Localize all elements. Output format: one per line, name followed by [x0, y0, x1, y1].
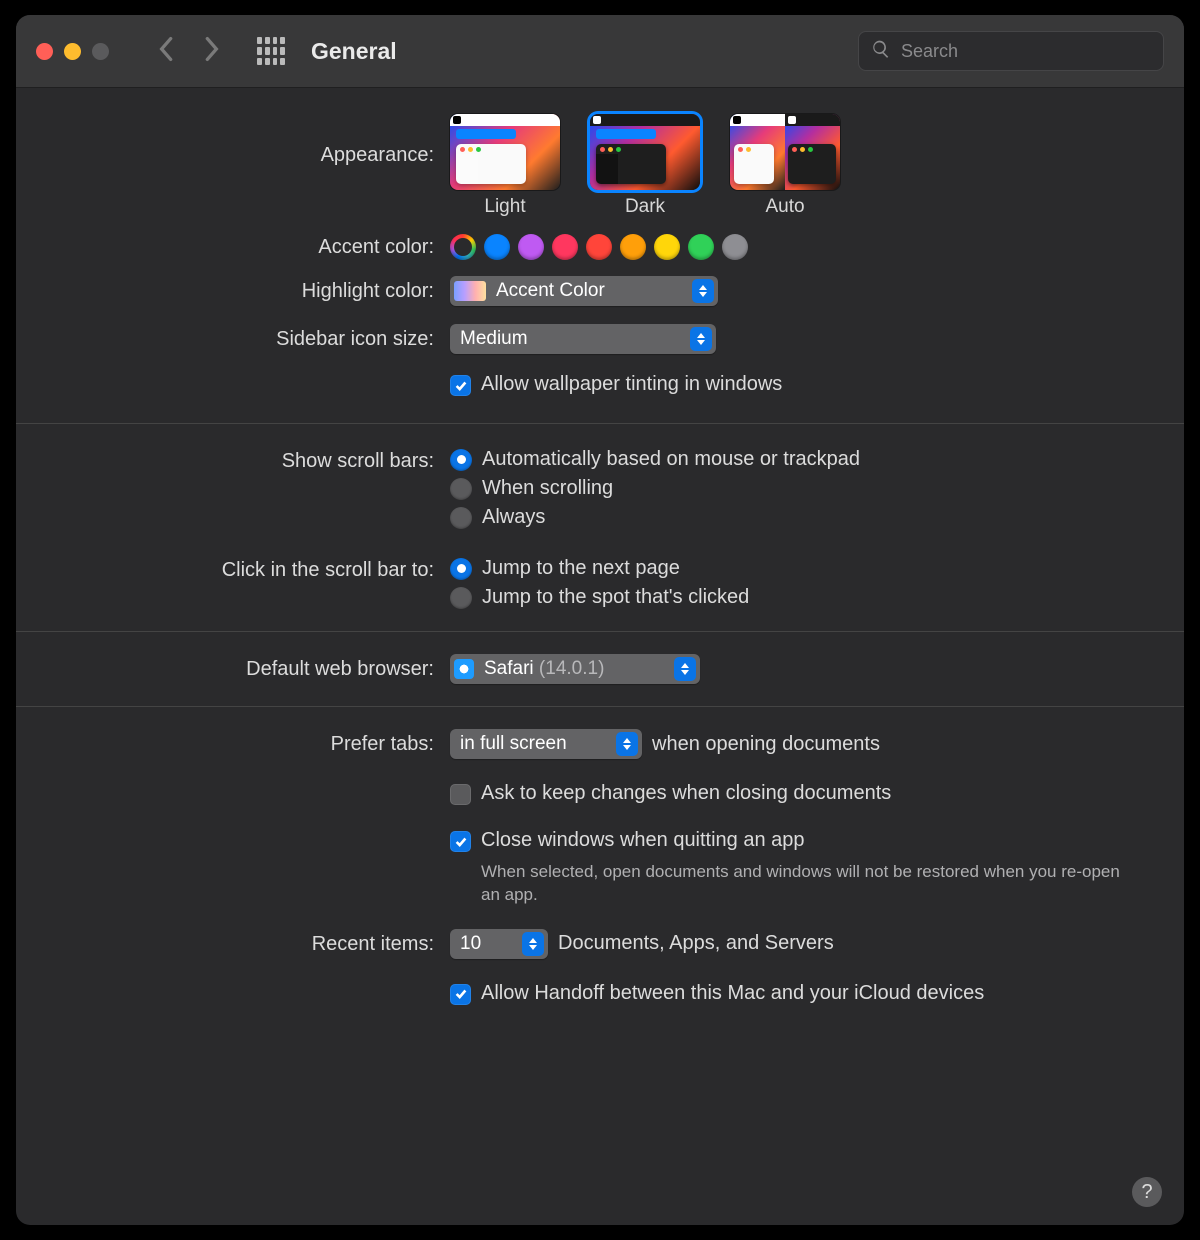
ask-keep-checkbox[interactable]: Ask to keep changes when closing documen…	[450, 777, 1144, 810]
label-recent: Recent items:	[56, 929, 450, 956]
label-appearance: Appearance:	[56, 114, 450, 167]
help-icon: ?	[1141, 1181, 1152, 1204]
show-all-icon[interactable]	[257, 37, 285, 65]
accent-green[interactable]	[688, 234, 714, 260]
checkbox-icon	[450, 784, 471, 805]
recent-value: 10	[460, 933, 514, 955]
divider	[16, 423, 1184, 424]
prefertabs-dropdown[interactable]: in full screen	[450, 729, 642, 759]
search-icon	[871, 39, 891, 64]
accent-red[interactable]	[586, 234, 612, 260]
forward-icon[interactable]	[204, 36, 221, 67]
highlight-value: Accent Color	[496, 280, 684, 302]
sidebar-size-dropdown[interactable]: Medium	[450, 324, 716, 354]
appearance-dark-label: Dark	[625, 196, 665, 218]
handoff-checkbox[interactable]: Allow Handoff between this Mac and your …	[450, 977, 1144, 1010]
toolbar: General	[16, 15, 1184, 88]
browser-name: Safari	[484, 658, 534, 679]
recent-suffix: Documents, Apps, and Servers	[558, 932, 834, 955]
close-windows-checkbox[interactable]: Close windows when quitting an app	[450, 824, 1144, 857]
appearance-auto-label: Auto	[765, 196, 804, 218]
appearance-option-auto[interactable]: Auto	[730, 114, 840, 218]
highlight-swatch-icon	[454, 281, 486, 301]
label-sidebar: Sidebar icon size:	[56, 324, 450, 351]
chevron-updown-icon	[616, 732, 638, 756]
checkbox-icon	[450, 984, 471, 1005]
checkbox-icon	[450, 375, 471, 396]
chevron-updown-icon	[674, 657, 696, 681]
divider	[16, 631, 1184, 632]
close-windows-sub: When selected, open documents and window…	[450, 859, 1121, 907]
appearance-light-label: Light	[484, 196, 525, 218]
sidebar-value: Medium	[460, 328, 682, 350]
wallpaper-tint-checkbox[interactable]: Allow wallpaper tinting in windows	[450, 368, 1144, 401]
appearance-options: Light Dark	[450, 114, 1144, 218]
prefertabs-suffix: when opening documents	[652, 733, 880, 756]
scrollbar-options: Automatically based on mouse or trackpad…	[450, 446, 1144, 529]
traffic-lights	[36, 43, 109, 60]
zoom-icon	[92, 43, 109, 60]
accent-multicolor[interactable]	[450, 234, 476, 260]
minimize-icon[interactable]	[64, 43, 81, 60]
chevron-updown-icon	[690, 327, 712, 351]
appearance-option-light[interactable]: Light	[450, 114, 560, 218]
appearance-option-dark[interactable]: Dark	[590, 114, 700, 218]
preferences-window: General Appearance: Light	[16, 15, 1184, 1225]
search-input[interactable]	[899, 40, 1151, 63]
scrollclick-spot[interactable]: Jump to the spot that's clicked	[450, 586, 1144, 609]
scrollclick-page[interactable]: Jump to the next page	[450, 557, 1144, 580]
recent-dropdown[interactable]: 10	[450, 929, 548, 959]
label-accent: Accent color:	[56, 232, 450, 259]
search-field[interactable]	[858, 31, 1164, 71]
label-scrollbars: Show scroll bars:	[56, 446, 450, 473]
accent-yellow[interactable]	[654, 234, 680, 260]
back-icon[interactable]	[157, 36, 174, 67]
browser-dropdown[interactable]: Safari (14.0.1)	[450, 654, 700, 684]
browser-version: (14.0.1)	[539, 658, 604, 679]
scroll-when-scrolling[interactable]: When scrolling	[450, 477, 1144, 500]
chevron-updown-icon	[522, 932, 544, 956]
divider	[16, 706, 1184, 707]
help-button[interactable]: ?	[1132, 1177, 1162, 1207]
label-browser: Default web browser:	[56, 654, 450, 681]
nav-arrows	[157, 36, 221, 67]
scrollclick-options: Jump to the next page Jump to the spot t…	[450, 555, 1144, 609]
window-title: General	[311, 38, 397, 65]
label-scrollclick: Click in the scroll bar to:	[56, 555, 450, 582]
safari-icon	[454, 659, 474, 679]
highlight-color-dropdown[interactable]: Accent Color	[450, 276, 718, 306]
accent-blue[interactable]	[484, 234, 510, 260]
accent-swatches	[450, 232, 1144, 260]
accent-purple[interactable]	[518, 234, 544, 260]
checkbox-icon	[450, 831, 471, 852]
close-icon[interactable]	[36, 43, 53, 60]
scroll-always[interactable]: Always	[450, 506, 1144, 529]
prefertabs-value: in full screen	[460, 733, 608, 755]
label-prefertabs: Prefer tabs:	[56, 729, 450, 756]
scroll-auto[interactable]: Automatically based on mouse or trackpad	[450, 448, 1144, 471]
accent-pink[interactable]	[552, 234, 578, 260]
label-highlight: Highlight color:	[56, 276, 450, 303]
accent-graphite[interactable]	[722, 234, 748, 260]
chevron-updown-icon	[692, 279, 714, 303]
content: Appearance: Light	[16, 88, 1184, 1014]
accent-orange[interactable]	[620, 234, 646, 260]
